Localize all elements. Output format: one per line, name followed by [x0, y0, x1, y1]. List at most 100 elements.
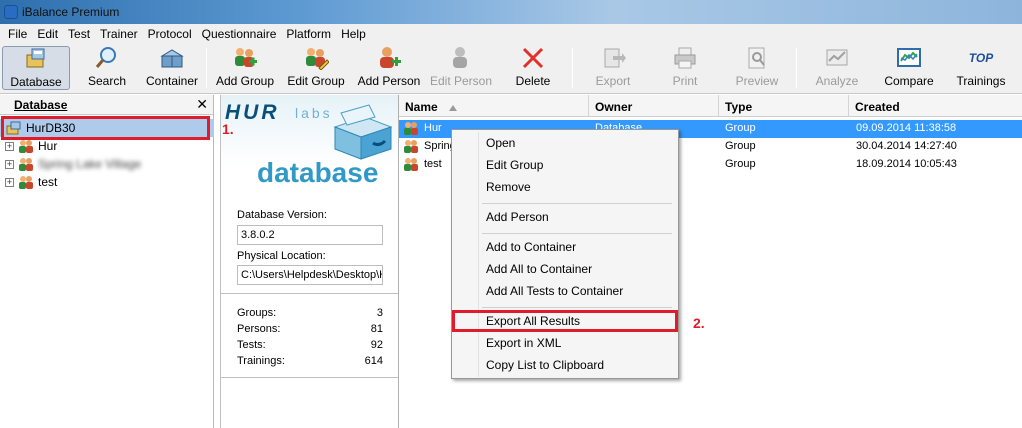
physical-location-label: Physical Location: — [237, 250, 326, 262]
context-menu: Open Edit Group Remove Add Person Add to… — [451, 129, 679, 379]
tree-item-label: test — [38, 175, 58, 189]
menu-separator — [482, 203, 672, 204]
menu-item-add-to-container[interactable]: Add to Container — [486, 240, 576, 254]
edit-group-button-label: Edit Group — [287, 74, 345, 88]
compare-button-label: Compare — [884, 74, 934, 88]
tree-item-spring-lake-village[interactable]: + Spring Lake Village — [0, 155, 214, 173]
menu-item-remove[interactable]: Remove — [486, 180, 531, 194]
database-box-icon — [333, 104, 393, 160]
row-type: Group — [725, 140, 756, 152]
menu-item-add-all-tests-to-container[interactable]: Add All Tests to Container — [486, 284, 623, 298]
database-panel: Database ✕ HurDB30 + Hur + Spring Lake V… — [0, 95, 214, 428]
stat-label: Tests: — [237, 339, 266, 351]
export-icon — [600, 46, 626, 70]
column-header-name[interactable]: Name — [399, 95, 589, 117]
edit-person-icon — [448, 46, 474, 70]
menu-trainer[interactable]: Trainer — [95, 27, 143, 41]
app-icon — [4, 5, 18, 19]
add-group-button[interactable]: Add Group — [216, 46, 274, 90]
stat-label: Trainings: — [237, 355, 285, 367]
top-trainings-icon: TOP — [968, 46, 994, 70]
preview-icon — [744, 46, 770, 70]
compare-button[interactable]: Compare — [882, 46, 936, 90]
trainings-button[interactable]: TOP Trainings — [956, 46, 1006, 90]
add-group-button-label: Add Group — [215, 74, 275, 88]
row-created: 09.09.2014 11:38:58 — [856, 122, 957, 134]
sort-ascending-icon — [449, 104, 458, 111]
menu-protocol[interactable]: Protocol — [143, 27, 197, 41]
menu-item-add-all-to-container[interactable]: Add All to Container — [486, 262, 592, 276]
menu-file[interactable]: File — [3, 27, 32, 41]
toolbar: Database Search Container Add Group Edit… — [0, 44, 1022, 94]
hur-labs-database-logo: HUR labs database — [221, 95, 399, 197]
analyze-icon — [824, 46, 850, 70]
toolbar-separator — [206, 48, 207, 88]
analyze-button[interactable]: Analyze — [812, 46, 862, 90]
menu-item-copy-list-to-clipboard[interactable]: Copy List to Clipboard — [486, 358, 604, 372]
info-divider — [221, 377, 399, 378]
export-button[interactable]: Export — [592, 46, 634, 90]
menu-separator — [482, 233, 672, 234]
logo-labs-text: labs — [295, 105, 333, 121]
group-icon — [404, 158, 418, 171]
stat-value: 3 — [376, 307, 383, 319]
menu-questionnaire[interactable]: Questionnaire — [197, 27, 282, 41]
container-button[interactable]: Container — [144, 46, 200, 90]
expand-icon[interactable]: + — [5, 159, 14, 169]
expand-icon[interactable]: + — [5, 177, 14, 187]
database-version-field[interactable]: 3.8.0.2 — [237, 225, 383, 245]
edit-group-icon — [303, 46, 329, 70]
search-button[interactable]: Search — [84, 46, 130, 90]
menu-item-add-person[interactable]: Add Person — [486, 210, 549, 224]
menu-item-export-in-xml[interactable]: Export in XML — [486, 336, 561, 350]
highlight-box-step-2 — [452, 310, 678, 332]
stat-value: 614 — [364, 355, 383, 367]
preview-button[interactable]: Preview — [734, 46, 780, 90]
toolbar-separator — [796, 48, 797, 88]
group-icon — [404, 140, 418, 153]
menu-help[interactable]: Help — [336, 27, 371, 41]
stat-label: Persons: — [237, 323, 281, 335]
row-type: Group — [725, 158, 756, 170]
stat-value: 92 — [370, 339, 383, 351]
add-group-icon — [232, 46, 258, 70]
container-icon — [159, 46, 185, 70]
menu-item-open[interactable]: Open — [486, 136, 515, 150]
edit-person-button-label: Edit Person — [429, 74, 493, 88]
menu-item-edit-group[interactable]: Edit Group — [486, 158, 543, 172]
expand-icon[interactable]: + — [5, 141, 14, 151]
compare-icon — [896, 46, 922, 70]
add-person-button[interactable]: Add Person — [358, 46, 420, 90]
edit-group-button[interactable]: Edit Group — [287, 46, 345, 90]
close-icon[interactable]: ✕ — [196, 96, 208, 113]
stat-persons: Persons: 81 — [237, 323, 383, 335]
row-created: 18.09.2014 10:05:43 — [856, 158, 957, 170]
column-header-owner[interactable]: Owner — [589, 95, 719, 117]
delete-button-label: Delete — [515, 74, 551, 88]
menu-bar: File Edit Test Trainer Protocol Question… — [0, 24, 1022, 44]
column-header-type[interactable]: Type — [719, 95, 849, 117]
stat-groups: Groups: 3 — [237, 307, 383, 319]
database-button[interactable]: Database — [2, 46, 70, 90]
database-version-label: Database Version: — [237, 209, 327, 221]
annotation-step-1: 1. — [222, 121, 234, 137]
delete-button[interactable]: Delete — [512, 46, 554, 90]
highlight-box-step-1 — [1, 116, 210, 140]
physical-location-field[interactable]: C:\Users\Helpdesk\Desktop\HurDB30 — [237, 265, 383, 285]
menu-test[interactable]: Test — [63, 27, 95, 41]
column-header-created[interactable]: Created — [849, 95, 1022, 117]
menu-edit[interactable]: Edit — [32, 27, 63, 41]
print-button-label: Print — [672, 74, 698, 88]
edit-person-button[interactable]: Edit Person — [430, 46, 492, 90]
list-header: Name Owner Type Created — [399, 95, 1022, 117]
container-button-label: Container — [145, 74, 199, 88]
tree-item-test[interactable]: + test — [0, 173, 214, 191]
annotation-step-2: 2. — [693, 315, 705, 331]
row-created: 30.04.2014 14:27:40 — [856, 140, 957, 152]
group-icon — [18, 175, 34, 189]
tree-item-label: Hur — [38, 139, 58, 153]
menu-separator — [482, 307, 672, 308]
stat-tests: Tests: 92 — [237, 339, 383, 351]
menu-platform[interactable]: Platform — [281, 27, 336, 41]
print-button[interactable]: Print — [666, 46, 704, 90]
